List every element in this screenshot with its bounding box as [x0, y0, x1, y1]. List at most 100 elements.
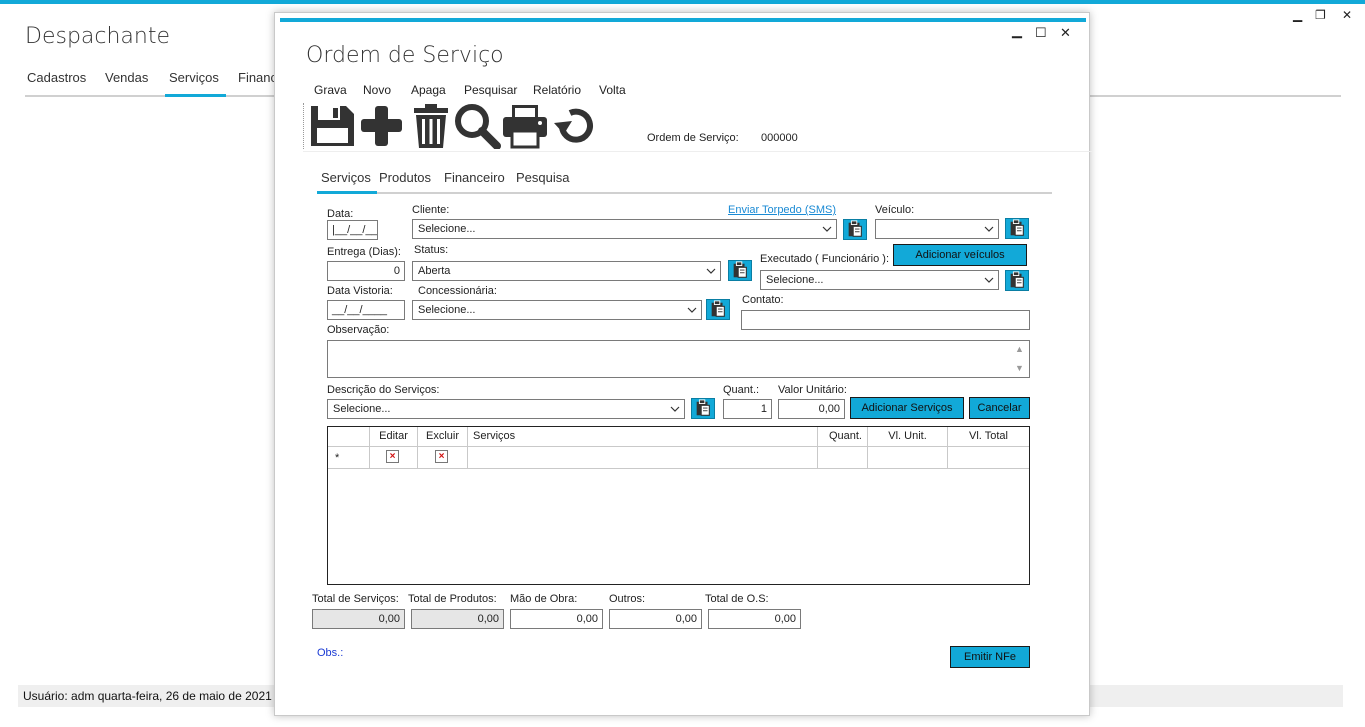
active-tab-indicator: [165, 94, 226, 97]
restore-icon[interactable]: ❐: [1315, 8, 1326, 22]
dialog-maximize-icon[interactable]: ☐: [1035, 25, 1047, 41]
emitir-nfe-button[interactable]: Emitir NFe: [950, 646, 1030, 668]
grid-corner: [328, 427, 370, 447]
observacao-field[interactable]: [327, 340, 1030, 378]
cancelar-button[interactable]: Cancelar: [969, 397, 1030, 419]
scroll-up-icon[interactable]: ▲: [1015, 344, 1024, 354]
clipboard-icon: [1010, 219, 1024, 236]
dialog-close-icon[interactable]: ✕: [1060, 25, 1071, 41]
delete-cell-icon[interactable]: ×: [435, 450, 448, 463]
total-servicos-field: 0,00: [312, 609, 405, 629]
data-field[interactable]: |__/__/____: [327, 220, 378, 240]
cliente-value: Selecione...: [418, 223, 476, 235]
total-servicos-label: Total de Serviços:: [312, 593, 399, 605]
menu-pesquisar[interactable]: Pesquisar: [464, 83, 517, 97]
mao-obra-field[interactable]: 0,00: [510, 609, 603, 629]
chevron-down-icon: [822, 226, 832, 232]
column-header-servicos[interactable]: Serviços: [468, 427, 818, 447]
observacao-label: Observação:: [327, 324, 390, 336]
concessionaria-value: Selecione...: [418, 304, 476, 316]
new-row-marker: *: [328, 447, 370, 469]
veiculo-select[interactable]: [875, 219, 999, 239]
column-header-quant[interactable]: Quant.: [818, 427, 868, 447]
outros-label: Outros:: [609, 593, 646, 605]
os-number-label: Ordem de Serviço:: [647, 132, 739, 144]
obs-label: Obs.:: [317, 647, 344, 659]
total-produtos-label: Total de Produtos:: [408, 593, 497, 605]
plus-icon[interactable]: [357, 103, 407, 149]
concessionaria-select[interactable]: Selecione...: [412, 300, 702, 320]
total-os-label: Total de O.S:: [705, 593, 769, 605]
menu-relatorio[interactable]: Relatório: [533, 83, 581, 97]
table-row-quant-cell[interactable]: [818, 447, 868, 469]
clipboard-icon: [848, 220, 862, 237]
tab-cadastros[interactable]: Cadastros: [27, 70, 86, 85]
ordem-servico-dialog: Ordem de Serviço ▁ ☐ ✕ Grava Novo Apaga …: [274, 12, 1093, 716]
status-clipboard-button[interactable]: [728, 260, 752, 281]
executado-clipboard-button[interactable]: [1005, 270, 1029, 291]
valor-unitario-field[interactable]: 0,00: [778, 399, 845, 419]
table-row-vl-unit-cell[interactable]: [868, 447, 948, 469]
clipboard-icon: [696, 399, 710, 416]
undo-icon[interactable]: [550, 103, 600, 149]
menu-volta[interactable]: Volta: [599, 83, 626, 97]
data-vistoria-field[interactable]: __/__/____: [327, 300, 405, 320]
tab-servicos[interactable]: Serviços: [321, 170, 371, 185]
tab-produtos[interactable]: Produtos: [379, 170, 431, 185]
close-icon[interactable]: ✕: [1342, 8, 1352, 22]
sub-tab-divider: [317, 192, 1052, 194]
tab-vendas[interactable]: Vendas: [105, 70, 148, 85]
concessionaria-clipboard-button[interactable]: [706, 299, 730, 320]
menu-grava[interactable]: Grava: [314, 83, 347, 97]
column-header-vl-unit[interactable]: Vl. Unit.: [868, 427, 948, 447]
descricao-value: Selecione...: [333, 403, 391, 415]
adicionar-veiculos-button[interactable]: Adicionar veículos: [893, 244, 1027, 266]
concessionaria-label: Concessionária:: [418, 285, 497, 297]
descricao-label: Descrição do Serviços:: [327, 384, 440, 396]
quant-field[interactable]: 1: [723, 399, 772, 419]
outros-field[interactable]: 0,00: [609, 609, 702, 629]
mao-obra-label: Mão de Obra:: [510, 593, 578, 605]
status-select[interactable]: Aberta: [412, 261, 721, 281]
edit-cell-icon[interactable]: ×: [386, 450, 399, 463]
table-row-excluir-cell[interactable]: ×: [418, 447, 468, 469]
dialog-minimize-icon[interactable]: ▁: [1012, 23, 1022, 39]
printer-icon[interactable]: [500, 103, 550, 149]
status-value: Aberta: [418, 265, 451, 277]
tab-pesquisa[interactable]: Pesquisa: [516, 170, 569, 185]
app-title: Despachante: [25, 24, 171, 49]
table-row-servicos-cell[interactable]: [468, 447, 818, 469]
data-vistoria-label: Data Vistoria:: [327, 285, 393, 297]
column-header-editar[interactable]: Editar: [370, 427, 418, 447]
menu-novo[interactable]: Novo: [363, 83, 391, 97]
tab-servicos[interactable]: Serviços: [169, 70, 219, 85]
menu-apaga[interactable]: Apaga: [411, 83, 446, 97]
scroll-down-icon[interactable]: ▼: [1015, 363, 1024, 373]
column-header-excluir[interactable]: Excluir: [418, 427, 468, 447]
trash-icon[interactable]: [406, 103, 456, 149]
dialog-title: Ordem de Serviço: [306, 43, 504, 68]
toolbar-separator: [303, 103, 304, 149]
column-header-vl-total[interactable]: Vl. Total: [948, 427, 1029, 447]
executado-select[interactable]: Selecione...: [760, 270, 999, 290]
sms-link[interactable]: Enviar Torpedo (SMS): [728, 204, 836, 216]
dialog-accent-bar: [280, 18, 1086, 22]
tab-financeiro[interactable]: Financeiro: [444, 170, 505, 185]
table-row-vl-total-cell[interactable]: [948, 447, 1029, 469]
cliente-label: Cliente:: [412, 204, 450, 216]
entrega-field[interactable]: 0: [327, 261, 405, 281]
contato-field[interactable]: [741, 310, 1030, 330]
cliente-clipboard-button[interactable]: [843, 219, 867, 240]
search-icon[interactable]: [452, 103, 502, 149]
minimize-icon[interactable]: ▁: [1293, 8, 1302, 22]
veiculo-clipboard-button[interactable]: [1005, 218, 1029, 239]
save-icon[interactable]: [308, 103, 358, 149]
descricao-select[interactable]: Selecione...: [327, 399, 685, 419]
adicionar-servicos-button[interactable]: Adicionar Serviços: [850, 397, 964, 419]
descricao-clipboard-button[interactable]: [691, 398, 715, 419]
chevron-down-icon: [984, 277, 994, 283]
total-produtos-field: 0,00: [411, 609, 504, 629]
os-number-value: 000000: [761, 132, 798, 144]
cliente-select[interactable]: Selecione...: [412, 219, 837, 239]
table-row-editar-cell[interactable]: ×: [370, 447, 418, 469]
